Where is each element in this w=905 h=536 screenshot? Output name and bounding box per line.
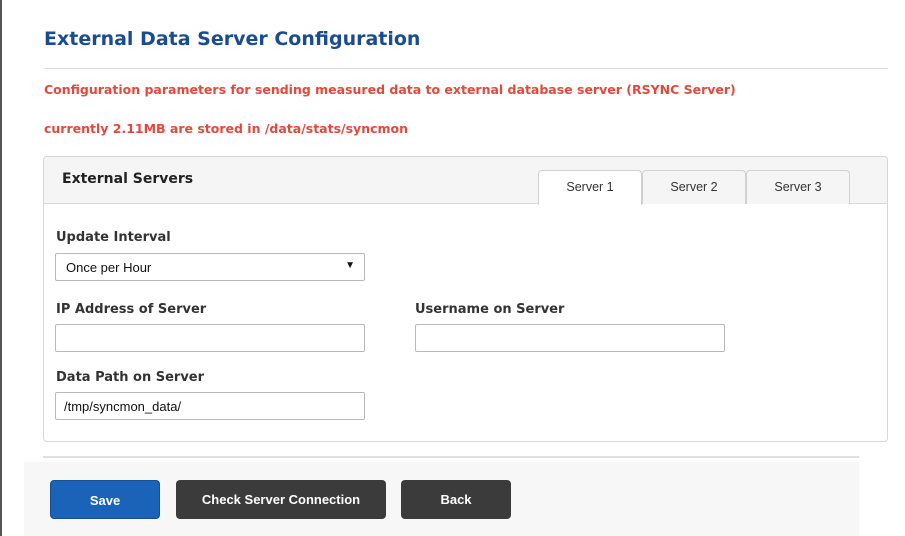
ip-address-label: IP Address of Server [56, 302, 207, 317]
window-left-border [0, 0, 2, 536]
footer-divider [43, 456, 859, 458]
title-divider [44, 68, 888, 69]
tab-server-1[interactable]: Server 1 [538, 170, 642, 205]
check-server-connection-button[interactable]: Check Server Connection [176, 480, 386, 519]
panel-title: External Servers [62, 171, 194, 187]
storage-status-text: currently 2.11MB are stored in /data/sta… [44, 121, 409, 136]
chevron-down-icon: ▼ [345, 260, 355, 271]
data-path-label: Data Path on Server [56, 370, 205, 385]
tab-server-2[interactable]: Server 2 [642, 170, 746, 204]
page-title: External Data Server Configuration [44, 28, 421, 50]
save-button[interactable]: Save [50, 480, 160, 519]
back-button[interactable]: Back [401, 480, 511, 519]
description-text: Configuration parameters for sending mea… [44, 82, 736, 97]
ip-address-input[interactable] [55, 324, 365, 352]
update-interval-value: Once per Hour [66, 260, 152, 275]
panel-header: External Servers Server 1 Server 2 Serve… [44, 157, 887, 205]
update-interval-label: Update Interval [56, 230, 171, 245]
tab-server-3[interactable]: Server 3 [746, 170, 850, 204]
data-path-input[interactable] [55, 392, 365, 420]
update-interval-select[interactable]: Once per Hour ▼ [55, 253, 365, 281]
username-label: Username on Server [415, 302, 565, 317]
username-input[interactable] [415, 324, 725, 352]
